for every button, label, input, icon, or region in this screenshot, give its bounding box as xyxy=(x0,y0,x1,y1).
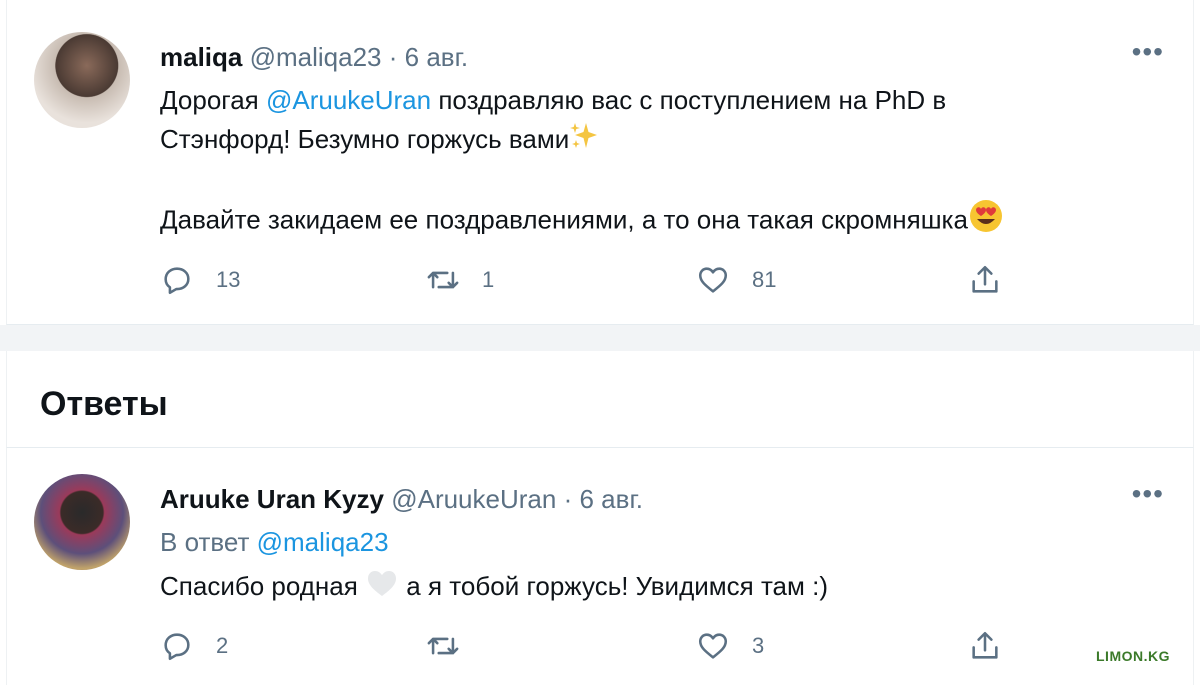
like-button[interactable]: 3 xyxy=(696,629,764,663)
tweet-text: Дорогая xyxy=(160,85,266,115)
watermark-logo: LIMON.KG xyxy=(1096,648,1170,664)
tweet-text: поздравляю вас с поступлением на PhD в xyxy=(431,85,947,115)
reply-button[interactable]: 13 xyxy=(160,263,240,297)
like-button[interactable]: 81 xyxy=(696,263,776,297)
reply-header: Aruuke Uran Kyzy @AruukeUran · 6 авг. xyxy=(160,484,643,515)
reply-icon xyxy=(164,267,190,295)
in-reply-label: В ответ xyxy=(160,527,257,557)
avatar[interactable] xyxy=(34,32,130,128)
section-separator xyxy=(0,325,1200,351)
more-icon[interactable]: ••• xyxy=(1132,36,1164,68)
share-icon xyxy=(972,265,998,293)
reply-icon xyxy=(164,633,190,661)
in-reply-to: В ответ @maliqa23 xyxy=(160,522,389,562)
reply-text-line: Спасибо родная а я тобой горжусь! Увидим… xyxy=(160,566,828,609)
replies-title: Ответы xyxy=(40,385,168,423)
reply-text: Спасибо родная xyxy=(160,571,358,601)
separator-dot: · xyxy=(388,42,398,72)
like-count: 3 xyxy=(752,633,765,658)
tweet-date[interactable]: 6 авг. xyxy=(579,484,643,514)
heart-eyes-emoji xyxy=(968,198,1004,245)
white-heart-emoji xyxy=(365,568,399,609)
share-button[interactable] xyxy=(968,629,1024,663)
author-handle[interactable]: @maliqa23 xyxy=(250,42,382,72)
share-icon xyxy=(972,631,998,659)
like-icon xyxy=(698,267,728,293)
retweet-count: 1 xyxy=(482,267,495,292)
sparkles-emoji xyxy=(569,121,599,162)
tweet-actions: 13 1 81 xyxy=(160,263,1040,303)
author-name[interactable]: maliqa xyxy=(160,42,242,72)
like-icon xyxy=(698,633,728,659)
tweet-header: maliqa @maliqa23 · 6 авг. xyxy=(160,42,468,73)
author-handle[interactable]: @AruukeUran xyxy=(391,484,556,514)
retweet-button[interactable]: 1 xyxy=(426,263,494,297)
reply-button[interactable]: 2 xyxy=(160,629,228,663)
more-icon[interactable]: ••• xyxy=(1132,478,1164,510)
avatar[interactable] xyxy=(34,474,130,570)
reply-count: 2 xyxy=(216,633,229,658)
tweet-date[interactable]: 6 авг. xyxy=(405,42,469,72)
retweet-button[interactable] xyxy=(426,629,482,663)
separator-dot: · xyxy=(563,484,573,514)
tweet-text-line: Стэнфорд! Безумно горжусь вами xyxy=(160,119,599,162)
replies-header xyxy=(6,351,1194,448)
author-name[interactable]: Aruuke Uran Kyzy xyxy=(160,484,384,514)
reply-text: а я тобой горжусь! Увидимся там :) xyxy=(399,571,829,601)
reply-actions: 2 3 xyxy=(160,629,1040,669)
mention-link[interactable]: @maliqa23 xyxy=(257,527,389,557)
reply-count: 13 xyxy=(216,267,241,292)
like-count: 81 xyxy=(752,267,777,292)
tweet-text-line: Дорогая @AruukeUran поздравляю вас с пос… xyxy=(160,80,946,120)
retweet-icon xyxy=(427,271,459,289)
retweet-icon xyxy=(427,637,459,655)
mention-link[interactable]: @AruukeUran xyxy=(266,85,431,115)
tweet-text: Стэнфорд! Безумно горжусь вами xyxy=(160,124,570,154)
share-button[interactable] xyxy=(968,263,1024,297)
tweet-text-line: Давайте закидаем ее поздравлениями, а то… xyxy=(160,198,1004,245)
tweet-text: Давайте закидаем ее поздравлениями, а то… xyxy=(160,204,968,235)
